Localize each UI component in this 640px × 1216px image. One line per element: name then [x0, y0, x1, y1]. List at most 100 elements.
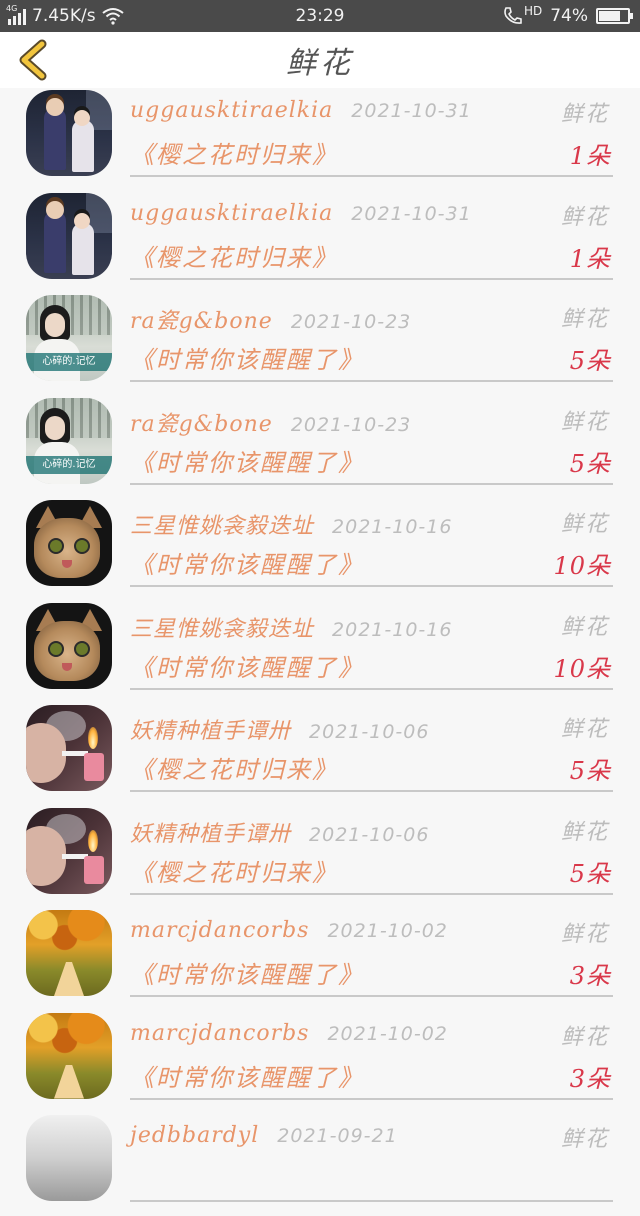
username-line: marcjdancorbs 2021-10-02: [130, 918, 448, 943]
list-item-info: ra瓷g&bone 2021-10-23 鲜花《时常你该醒醒了》 5朵: [130, 396, 613, 485]
list-item[interactable]: 三星惟姚衾毅迭址 2021-10-16 鲜花 《时常你该醒醒了》 10朵: [0, 498, 640, 601]
list-item-info: ra瓷g&bone 2021-10-23 鲜花《时常你该醒醒了》 5朵: [130, 293, 613, 382]
flower-count: 5朵: [569, 859, 611, 888]
hd-label: HD: [523, 4, 543, 18]
gift-type: 鲜花: [560, 409, 609, 435]
flower-count: 10朵: [553, 654, 611, 683]
list-item[interactable]: uggausktiraelkia 2021-10-31 鲜花 《樱之花时归来》 1朵: [0, 191, 640, 294]
phone-icon: [504, 7, 522, 24]
avatar[interactable]: [26, 1012, 112, 1099]
song-title[interactable]: 《时常你该醒醒了》: [130, 955, 364, 990]
username[interactable]: marcjdancorbs: [130, 918, 309, 943]
song-title[interactable]: 《樱之花时归来》: [130, 853, 338, 888]
gift-date: 2021-10-06: [309, 823, 430, 846]
avatar[interactable]: [26, 1115, 112, 1201]
flower-gift-list[interactable]: uggausktiraelkia 2021-10-31 鲜花 《樱之花时归来》 1朵 ug…: [0, 88, 640, 1216]
status-bar: 4G 7.45K/s 23:29 HD 74%: [0, 0, 640, 32]
gift-date: 2021-10-23: [290, 413, 412, 436]
username[interactable]: 三星惟姚衾毅迭址: [130, 514, 314, 539]
clock: 23:29: [295, 6, 345, 26]
song-title[interactable]: 《樱之花时归来》: [130, 135, 338, 170]
avatar-caption: 心碎的.记忆: [26, 353, 112, 371]
song-title[interactable]: 《时常你该醒醒了》: [130, 443, 364, 478]
gift-date: 2021-10-02: [327, 1022, 448, 1045]
list-item[interactable]: 心碎的.记忆 ra瓷g&bone 2021-10-23 鲜花《时常你该醒醒了》 5朵: [0, 293, 640, 396]
gift-type: 鲜花: [560, 922, 609, 947]
username-line: 妖精种植手谭卅 2021-10-06: [130, 713, 429, 745]
flower-count: 5朵: [569, 449, 611, 478]
gift-type: 鲜花: [560, 1024, 609, 1050]
gift-date: 2021-10-23: [290, 311, 412, 333]
avatar[interactable]: [26, 192, 112, 279]
list-item-info: uggausktiraelkia 2021-10-31 鲜花《樱之花时归来》 1朵: [130, 88, 613, 177]
flower-count: 3朵: [569, 1064, 611, 1093]
gift-type: 鲜花: [560, 307, 609, 332]
username[interactable]: uggausktiraelkia: [130, 201, 333, 226]
username[interactable]: uggausktiraelkia: [130, 98, 333, 123]
list-item-info: jedbbardyl 2021-09-21 鲜花: [130, 1113, 613, 1202]
list-item-info: 妖精种植手谭卅 2021-10-06 鲜花《樱之花时归来》 5朵: [130, 806, 613, 895]
username[interactable]: 妖精种植手谭卅: [130, 719, 291, 744]
list-item[interactable]: 妖精种植手谭卅 2021-10-06 鲜花《樱之花时归来》 5朵: [0, 703, 640, 806]
list-item[interactable]: uggausktiraelkia 2021-10-31 鲜花《樱之花时归来》 1朵: [0, 88, 640, 191]
header: 鲜花: [0, 32, 640, 88]
gift-date: 2021-10-02: [327, 920, 448, 942]
list-item-info: 三星惟姚衾毅迭址 2021-10-16 鲜花《时常你该醒醒了》 10朵: [130, 601, 613, 690]
song-title[interactable]: 《时常你该醒醒了》: [130, 648, 364, 683]
username[interactable]: 妖精种植手谭卅: [130, 822, 291, 847]
gift-type: 鲜花: [560, 1127, 609, 1152]
username[interactable]: 三星惟姚衾毅迭址: [130, 617, 314, 642]
list-item[interactable]: jedbbardyl 2021-09-21 鲜花: [0, 1113, 640, 1216]
battery-percent: 74%: [550, 6, 588, 26]
battery-icon: [596, 8, 633, 24]
song-title[interactable]: 《时常你该醒醒了》: [130, 545, 364, 580]
username[interactable]: ra瓷g&bone: [130, 412, 273, 437]
list-item[interactable]: 心碎的.记忆 ra瓷g&bone 2021-10-23 鲜花《时常你该醒醒了》 5朵: [0, 396, 640, 499]
list-item[interactable]: marcjdancorbs 2021-10-02 鲜花《时常你该醒醒了》 3朵: [0, 908, 640, 1011]
gift-type: 鲜花: [560, 717, 609, 742]
song-title[interactable]: 《樱之花时归来》: [130, 750, 338, 785]
username[interactable]: marcjdancorbs: [130, 1021, 309, 1046]
gift-date: 2021-09-21: [277, 1125, 398, 1147]
gift-date: 2021-10-31: [351, 100, 472, 122]
list-item-info: marcjdancorbs 2021-10-02 鲜花《时常你该醒醒了》 3朵: [130, 908, 613, 997]
avatar[interactable]: 心碎的.记忆: [26, 397, 112, 484]
avatar[interactable]: [26, 500, 112, 586]
username[interactable]: jedbbardyl: [130, 1123, 259, 1148]
status-right: HD 74%: [502, 0, 633, 32]
gift-type: 鲜花: [560, 614, 609, 640]
flower-count: 5朵: [569, 347, 611, 375]
username[interactable]: ra瓷g&bone: [130, 309, 273, 334]
avatar-caption: 心碎的.记忆: [26, 455, 112, 474]
username-line: 三星惟姚衾毅迭址 2021-10-16: [130, 611, 452, 643]
avatar[interactable]: [26, 807, 112, 894]
list-item-info: marcjdancorbs 2021-10-02 鲜花《时常你该醒醒了》 3朵: [130, 1011, 613, 1100]
song-title[interactable]: 《樱之花时归来》: [130, 238, 338, 273]
list-item[interactable]: 妖精种植手谭卅 2021-10-06 鲜花《樱之花时归来》 5朵: [0, 806, 640, 909]
avatar[interactable]: 心碎的.记忆: [26, 295, 112, 381]
gift-type: 鲜花: [560, 819, 609, 845]
flower-count: 3朵: [569, 962, 611, 990]
gift-type: 鲜花: [560, 204, 609, 230]
avatar[interactable]: [26, 910, 112, 996]
avatar[interactable]: [26, 90, 112, 176]
username-line: marcjdancorbs 2021-10-02: [130, 1021, 448, 1046]
song-title[interactable]: 《时常你该醒醒了》: [130, 1058, 364, 1093]
flower-count: 5朵: [569, 757, 611, 785]
username-line: 三星惟姚衾毅迭址 2021-10-16: [130, 508, 452, 540]
username-line: 妖精种植手谭卅 2021-10-06: [130, 816, 429, 848]
list-item-info: uggausktiraelkia 2021-10-31 鲜花 《樱之花时归来》 1朵: [130, 191, 613, 280]
gift-date: 2021-10-06: [309, 721, 430, 743]
avatar[interactable]: [26, 705, 112, 791]
flower-count: 1朵: [569, 142, 611, 170]
list-item[interactable]: 三星惟姚衾毅迭址 2021-10-16 鲜花《时常你该醒醒了》 10朵: [0, 601, 640, 704]
page-title: 鲜花: [286, 46, 354, 81]
song-title[interactable]: 《时常你该醒醒了》: [130, 340, 364, 375]
avatar[interactable]: [26, 602, 112, 689]
list-item[interactable]: marcjdancorbs 2021-10-02 鲜花《时常你该醒醒了》 3朵: [0, 1011, 640, 1114]
username-line: uggausktiraelkia 2021-10-31: [130, 201, 472, 226]
gift-type: 鲜花: [560, 102, 609, 127]
gift-date: 2021-10-31: [351, 202, 472, 225]
list-item-info: 三星惟姚衾毅迭址 2021-10-16 鲜花 《时常你该醒醒了》 10朵: [130, 498, 613, 587]
gift-date: 2021-10-16: [332, 516, 453, 538]
